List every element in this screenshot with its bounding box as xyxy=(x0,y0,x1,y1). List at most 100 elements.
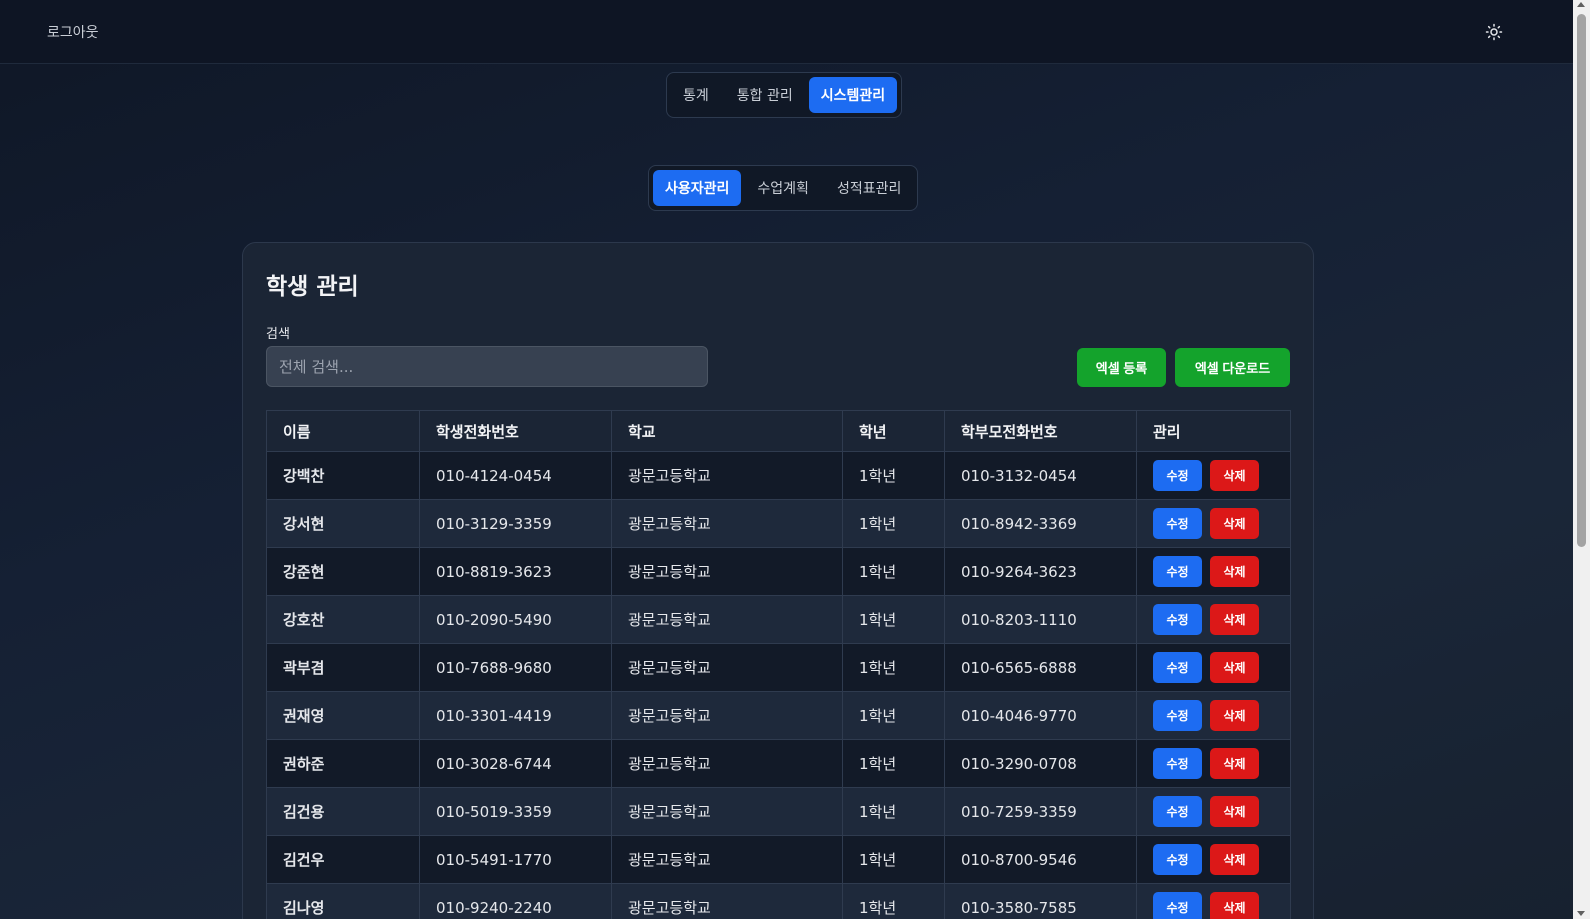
delete-button[interactable]: 삭제 xyxy=(1210,700,1259,731)
cell-actions: 수정 삭제 xyxy=(1136,451,1291,500)
edit-button[interactable]: 수정 xyxy=(1153,748,1202,779)
edit-button[interactable]: 수정 xyxy=(1153,796,1202,827)
scroll-down-arrow-icon[interactable] xyxy=(1577,911,1585,916)
page-scrollbar[interactable] xyxy=(1573,0,1590,919)
column-header-school: 학교 xyxy=(611,410,843,452)
cell-actions: 수정 삭제 xyxy=(1136,883,1291,919)
cell-parent-phone: 010-8700-9546 xyxy=(944,835,1137,884)
cell-school: 광문고등학교 xyxy=(611,787,843,836)
table-row: 권하준 010-3028-6744 광문고등학교 1학년 010-3290-0708 수정… xyxy=(266,739,1291,788)
page-title: 학생 관리 xyxy=(266,274,359,300)
cell-parent-phone: 010-6565-6888 xyxy=(944,643,1137,692)
cell-school: 광문고등학교 xyxy=(611,499,843,548)
cell-actions: 수정 삭제 xyxy=(1136,835,1291,884)
cell-grade: 1학년 xyxy=(842,691,945,740)
cell-actions: 수정 삭제 xyxy=(1136,643,1291,692)
cell-name: 김나영 xyxy=(266,883,420,919)
cell-parent-phone: 010-4046-9770 xyxy=(944,691,1137,740)
cell-grade: 1학년 xyxy=(842,451,945,500)
cell-grade: 1학년 xyxy=(842,499,945,548)
cell-grade: 1학년 xyxy=(842,739,945,788)
column-header-name: 이름 xyxy=(266,410,420,452)
cell-parent-phone: 010-8203-1110 xyxy=(944,595,1137,644)
scrollbar-thumb[interactable] xyxy=(1577,14,1586,547)
table-row: 강서현 010-3129-3359 광문고등학교 1학년 010-8942-3369 수정… xyxy=(266,499,1291,548)
excel-download-button[interactable]: 엑셀 다운로드 xyxy=(1175,348,1290,387)
cell-student-phone: 010-4124-0454 xyxy=(419,451,612,500)
app-root: 로그아웃 통계 통합 관리 시스템관리 사용자관리 수업계획 성적표관리 학생 … xyxy=(0,0,1590,919)
cell-grade: 1학년 xyxy=(842,883,945,919)
cell-name: 김건용 xyxy=(266,787,420,836)
edit-button[interactable]: 수정 xyxy=(1153,604,1202,635)
row-actions: 수정 삭제 xyxy=(1153,700,1274,731)
cell-student-phone: 010-5019-3359 xyxy=(419,787,612,836)
cell-student-phone: 010-7688-9680 xyxy=(419,643,612,692)
delete-button[interactable]: 삭제 xyxy=(1210,460,1259,491)
cell-parent-phone: 010-3580-7585 xyxy=(944,883,1137,919)
cell-school: 광문고등학교 xyxy=(611,739,843,788)
tab-user-management[interactable]: 사용자관리 xyxy=(653,170,742,206)
main-tab-group: 통계 통합 관리 시스템관리 xyxy=(666,72,903,118)
table-body: 강백찬 010-4124-0454 광문고등학교 1학년 010-3132-0454 수정… xyxy=(266,451,1291,919)
sun-icon[interactable] xyxy=(1483,21,1505,43)
cell-name: 권하준 xyxy=(266,739,420,788)
search-label: 검색 xyxy=(266,327,290,342)
table-row: 강준현 010-8819-3623 광문고등학교 1학년 010-9264-3623 수정… xyxy=(266,547,1291,596)
column-header-student-phone: 학생전화번호 xyxy=(419,410,612,452)
row-actions: 수정 삭제 xyxy=(1153,844,1274,875)
cell-school: 광문고등학교 xyxy=(611,835,843,884)
table-row: 강백찬 010-4124-0454 광문고등학교 1학년 010-3132-0454 수정… xyxy=(266,451,1291,500)
delete-button[interactable]: 삭제 xyxy=(1210,556,1259,587)
table-row: 곽부겸 010-7688-9680 광문고등학교 1학년 010-6565-6888 수정… xyxy=(266,643,1291,692)
delete-button[interactable]: 삭제 xyxy=(1210,844,1259,875)
delete-button[interactable]: 삭제 xyxy=(1210,604,1259,635)
delete-button[interactable]: 삭제 xyxy=(1210,892,1259,919)
delete-button[interactable]: 삭제 xyxy=(1210,796,1259,827)
row-actions: 수정 삭제 xyxy=(1153,556,1274,587)
tab-integrated-management[interactable]: 통합 관리 xyxy=(725,77,805,113)
edit-button[interactable]: 수정 xyxy=(1153,700,1202,731)
cell-name: 강준현 xyxy=(266,547,420,596)
edit-button[interactable]: 수정 xyxy=(1153,844,1202,875)
search-input[interactable] xyxy=(266,346,708,387)
tab-lesson-plan[interactable]: 수업계획 xyxy=(745,170,821,206)
cell-student-phone: 010-9240-2240 xyxy=(419,883,612,919)
cell-actions: 수정 삭제 xyxy=(1136,547,1291,596)
table-header-row: 이름 학생전화번호 학교 학년 학부모전화번호 관리 xyxy=(266,410,1291,452)
cell-name: 곽부겸 xyxy=(266,643,420,692)
cell-parent-phone: 010-9264-3623 xyxy=(944,547,1137,596)
cell-grade: 1학년 xyxy=(842,595,945,644)
cell-name: 권재영 xyxy=(266,691,420,740)
cell-parent-phone: 010-8942-3369 xyxy=(944,499,1137,548)
cell-grade: 1학년 xyxy=(842,643,945,692)
edit-button[interactable]: 수정 xyxy=(1153,892,1202,919)
cell-school: 광문고등학교 xyxy=(611,451,843,500)
cell-parent-phone: 010-7259-3359 xyxy=(944,787,1137,836)
row-actions: 수정 삭제 xyxy=(1153,892,1274,919)
excel-upload-button[interactable]: 엑셀 등록 xyxy=(1077,348,1166,387)
edit-button[interactable]: 수정 xyxy=(1153,652,1202,683)
cell-school: 광문고등학교 xyxy=(611,691,843,740)
delete-button[interactable]: 삭제 xyxy=(1210,508,1259,539)
table-row: 김건용 010-5019-3359 광문고등학교 1학년 010-7259-3359 수정… xyxy=(266,787,1291,836)
row-actions: 수정 삭제 xyxy=(1153,748,1274,779)
table-row: 강호찬 010-2090-5490 광문고등학교 1학년 010-8203-1110 수정… xyxy=(266,595,1291,644)
tab-system-management[interactable]: 시스템관리 xyxy=(808,77,898,113)
delete-button[interactable]: 삭제 xyxy=(1210,748,1259,779)
column-header-parent-phone: 학부모전화번호 xyxy=(944,410,1137,452)
tab-statistics[interactable]: 통계 xyxy=(671,77,721,113)
logout-link[interactable]: 로그아웃 xyxy=(47,22,99,42)
cell-student-phone: 010-2090-5490 xyxy=(419,595,612,644)
cell-actions: 수정 삭제 xyxy=(1136,595,1291,644)
student-table-wrapper: 이름 학생전화번호 학교 학년 학부모전화번호 관리 강백찬 010-4124-0… xyxy=(266,410,1291,919)
cell-school: 광문고등학교 xyxy=(611,595,843,644)
tab-report-card[interactable]: 성적표관리 xyxy=(825,170,913,206)
cell-school: 광문고등학교 xyxy=(611,883,843,919)
scroll-up-arrow-icon[interactable] xyxy=(1577,2,1585,7)
delete-button[interactable]: 삭제 xyxy=(1210,652,1259,683)
cell-name: 강서현 xyxy=(266,499,420,548)
edit-button[interactable]: 수정 xyxy=(1153,508,1202,539)
edit-button[interactable]: 수정 xyxy=(1153,460,1202,491)
row-actions: 수정 삭제 xyxy=(1153,460,1274,491)
edit-button[interactable]: 수정 xyxy=(1153,556,1202,587)
